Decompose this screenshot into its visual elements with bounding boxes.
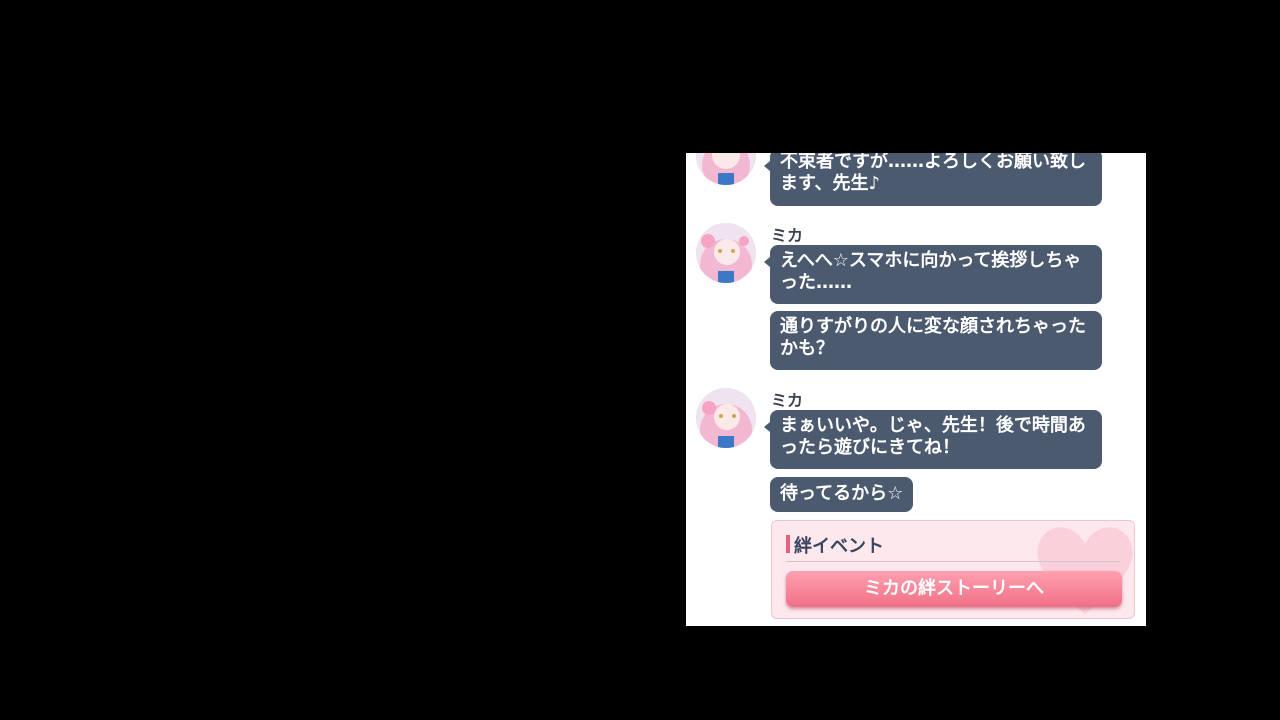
chat-bubble: まぁいいや。じゃ、先生！後で時間あったら遊びにきてね！ xyxy=(764,410,1102,469)
sender-name: ミカ xyxy=(771,226,804,245)
avatar xyxy=(696,223,756,283)
sender-name: ミカ xyxy=(771,391,804,410)
title-accent-bar xyxy=(786,535,790,553)
chat-bubble: 待ってるから☆ xyxy=(770,477,914,512)
bond-story-button[interactable]: ミカの絆ストーリーへ xyxy=(786,571,1122,607)
avatar xyxy=(696,388,756,448)
bond-event-card: 絆イベント ミカの絆ストーリーへ xyxy=(771,520,1135,619)
bond-event-title: 絆イベント xyxy=(794,536,884,557)
avatar xyxy=(696,153,756,185)
chat-bubble: えへへ☆スマホに向かって挨拶しちゃった…… xyxy=(764,245,1102,304)
chat-bubble: 不束者ですが……よろしくお願い致します、先生♪ xyxy=(764,153,1102,206)
divider xyxy=(786,561,1120,562)
chat-bubble: 通りすがりの人に変な顔されちゃったかも？ xyxy=(770,311,1102,370)
chat-panel: 不束者ですが……よろしくお願い致します、先生♪ ミカ えへへ☆スマホに向かって挨… xyxy=(686,153,1146,626)
